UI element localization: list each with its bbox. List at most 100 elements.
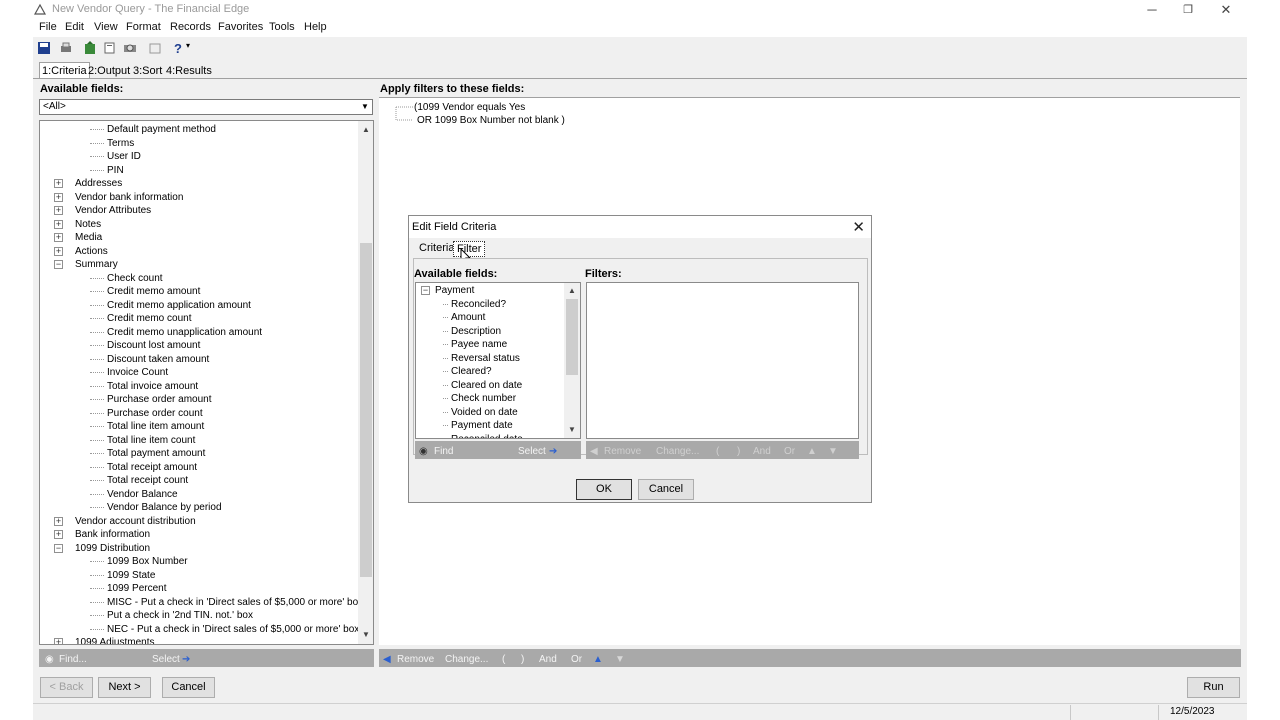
available-fields-tree[interactable]: Default payment method Terms User ID PIN + Ad… bbox=[39, 120, 374, 645]
dialog-close-icon[interactable]: ✕ bbox=[852, 218, 865, 236]
expand-icon[interactable]: + bbox=[54, 206, 63, 215]
tree-item[interactable]: Total invoice amount bbox=[107, 380, 198, 393]
tree-item[interactable]: 1099 State bbox=[107, 569, 155, 582]
menu-edit[interactable]: Edit bbox=[65, 21, 84, 33]
tree-item[interactable]: Invoice Count bbox=[107, 366, 168, 379]
tree-item[interactable]: Vendor bank information bbox=[75, 191, 183, 204]
collapse-icon[interactable]: − bbox=[54, 543, 63, 553]
tree-item[interactable]: Addresses bbox=[75, 177, 122, 190]
tree-item[interactable]: Description bbox=[451, 325, 501, 338]
menu-tools[interactable]: Tools bbox=[269, 21, 295, 33]
tree-item[interactable]: Discount taken amount bbox=[107, 353, 209, 366]
or-button[interactable]: Or bbox=[571, 654, 582, 665]
menu-records[interactable]: Records bbox=[170, 21, 211, 33]
tree-item[interactable]: Vendor Balance by period bbox=[107, 501, 222, 514]
move-up-icon[interactable]: ▲ bbox=[593, 654, 603, 665]
tree-item[interactable]: Credit memo amount bbox=[107, 285, 200, 298]
tree-item[interactable]: Total receipt amount bbox=[107, 461, 197, 474]
dialog-find-button[interactable]: Find bbox=[434, 446, 453, 457]
field-category-select[interactable]: <All> ▼ bbox=[39, 99, 373, 115]
expand-icon[interactable]: + bbox=[54, 246, 63, 256]
expand-icon[interactable]: + bbox=[54, 179, 63, 188]
move-down-icon[interactable]: ▼ bbox=[828, 446, 838, 457]
menu-view[interactable]: View bbox=[94, 21, 118, 33]
tree-item[interactable]: 1099 Percent bbox=[107, 582, 167, 595]
dialog-select-button[interactable]: Select bbox=[518, 446, 546, 457]
tab-output[interactable]: 2:Output bbox=[85, 62, 133, 79]
chevron-down-icon[interactable]: ▼ bbox=[359, 101, 371, 113]
restore-icon[interactable]: ❐ bbox=[1168, 1, 1208, 19]
tree-item[interactable]: Vendor account distribution bbox=[75, 515, 196, 528]
tree-item[interactable]: Notes bbox=[75, 218, 101, 231]
dialog-tab-criteria[interactable]: Criteria bbox=[416, 241, 457, 255]
tree-item[interactable]: Amount bbox=[451, 311, 485, 324]
remove-button[interactable]: Remove bbox=[397, 654, 434, 665]
tree-item[interactable]: Reversal status bbox=[451, 352, 520, 365]
tree-item[interactable]: User ID bbox=[107, 150, 141, 163]
tree-item[interactable]: Vendor Balance bbox=[107, 488, 178, 501]
expand-icon[interactable]: + bbox=[54, 530, 63, 539]
tree-item[interactable]: Credit memo count bbox=[107, 312, 191, 325]
open-paren-button[interactable]: ( bbox=[502, 654, 505, 665]
tree-item[interactable]: Cleared on date bbox=[451, 379, 522, 392]
move-up-icon[interactable]: ▲ bbox=[807, 446, 817, 457]
run-button[interactable]: Run bbox=[1187, 677, 1240, 698]
close-icon[interactable]: ✕ bbox=[1206, 1, 1246, 19]
properties-icon[interactable] bbox=[148, 41, 162, 55]
tree-item[interactable]: Actions bbox=[75, 245, 108, 258]
and-button[interactable]: And bbox=[539, 654, 557, 665]
tree-item[interactable]: Payment date bbox=[451, 419, 513, 432]
tab-sort[interactable]: 3:Sort bbox=[130, 62, 165, 79]
help-dropdown-icon[interactable]: ▾ bbox=[186, 41, 190, 50]
expand-icon[interactable]: + bbox=[54, 638, 63, 644]
collapse-icon[interactable]: − bbox=[421, 286, 430, 295]
cancel-button[interactable]: Cancel bbox=[162, 677, 215, 698]
export-icon[interactable] bbox=[83, 41, 97, 55]
tab-criteria[interactable]: 1:Criteria bbox=[39, 62, 90, 79]
next-button[interactable]: Next > bbox=[98, 677, 151, 698]
dialog-or-button[interactable]: Or bbox=[784, 446, 795, 457]
tree-item[interactable]: MISC - Put a check in 'Direct sales of $… bbox=[107, 596, 363, 609]
tree-item[interactable]: 1099 Box Number bbox=[107, 555, 188, 568]
tree-item[interactable]: Purchase order count bbox=[107, 407, 203, 420]
dialog-change-button[interactable]: Change... bbox=[656, 446, 699, 457]
tree-scrollbar-thumb[interactable] bbox=[360, 243, 372, 577]
tree-item[interactable]: Credit memo application amount bbox=[107, 299, 251, 312]
menu-favorites[interactable]: Favorites bbox=[218, 21, 263, 33]
menu-format[interactable]: Format bbox=[126, 21, 161, 33]
tree-item[interactable]: PIN bbox=[107, 164, 124, 177]
expand-icon[interactable]: + bbox=[54, 192, 63, 202]
tree-item[interactable]: Payee name bbox=[451, 338, 507, 351]
tree-item[interactable]: Check count bbox=[107, 272, 163, 285]
scroll-up-icon[interactable]: ▲ bbox=[566, 286, 578, 295]
tree-item[interactable]: Reconciled? bbox=[451, 298, 506, 311]
expand-icon[interactable]: + bbox=[54, 219, 63, 229]
minimize-icon[interactable]: ─ bbox=[1132, 1, 1172, 19]
move-down-icon[interactable]: ▼ bbox=[615, 654, 625, 665]
select-button[interactable]: Select bbox=[152, 654, 180, 665]
print-icon[interactable] bbox=[59, 41, 73, 55]
tree-item[interactable]: Summary bbox=[75, 258, 118, 271]
tree-item[interactable]: 1099 Distribution bbox=[75, 542, 150, 555]
help-icon[interactable]: ? bbox=[171, 41, 185, 55]
tree-item[interactable]: Voided on date bbox=[451, 406, 518, 419]
tree-item[interactable]: Discount lost amount bbox=[107, 339, 200, 352]
back-button[interactable]: < Back bbox=[40, 677, 93, 698]
expand-icon[interactable]: + bbox=[54, 516, 63, 526]
collapse-icon[interactable]: − bbox=[54, 260, 63, 269]
tree-item[interactable]: Check number bbox=[451, 392, 516, 405]
tree-item[interactable]: Bank information bbox=[75, 528, 150, 541]
save-icon[interactable] bbox=[37, 41, 51, 55]
menu-file[interactable]: File bbox=[39, 21, 57, 33]
tree-item[interactable]: Vendor Attributes bbox=[75, 204, 151, 217]
scroll-down-icon[interactable]: ▼ bbox=[360, 630, 372, 639]
tab-results[interactable]: 4:Results bbox=[163, 62, 215, 79]
tree-item[interactable]: Media bbox=[75, 231, 102, 244]
close-paren-button[interactable]: ) bbox=[521, 654, 524, 665]
scroll-down-icon[interactable]: ▼ bbox=[566, 425, 578, 434]
expand-icon[interactable]: + bbox=[54, 233, 63, 242]
dialog-open-paren-button[interactable]: ( bbox=[716, 446, 719, 457]
tree-item[interactable]: Total payment amount bbox=[107, 447, 205, 460]
tree-item[interactable]: Reconciled date bbox=[451, 433, 523, 439]
find-button[interactable]: Find... bbox=[59, 654, 87, 665]
